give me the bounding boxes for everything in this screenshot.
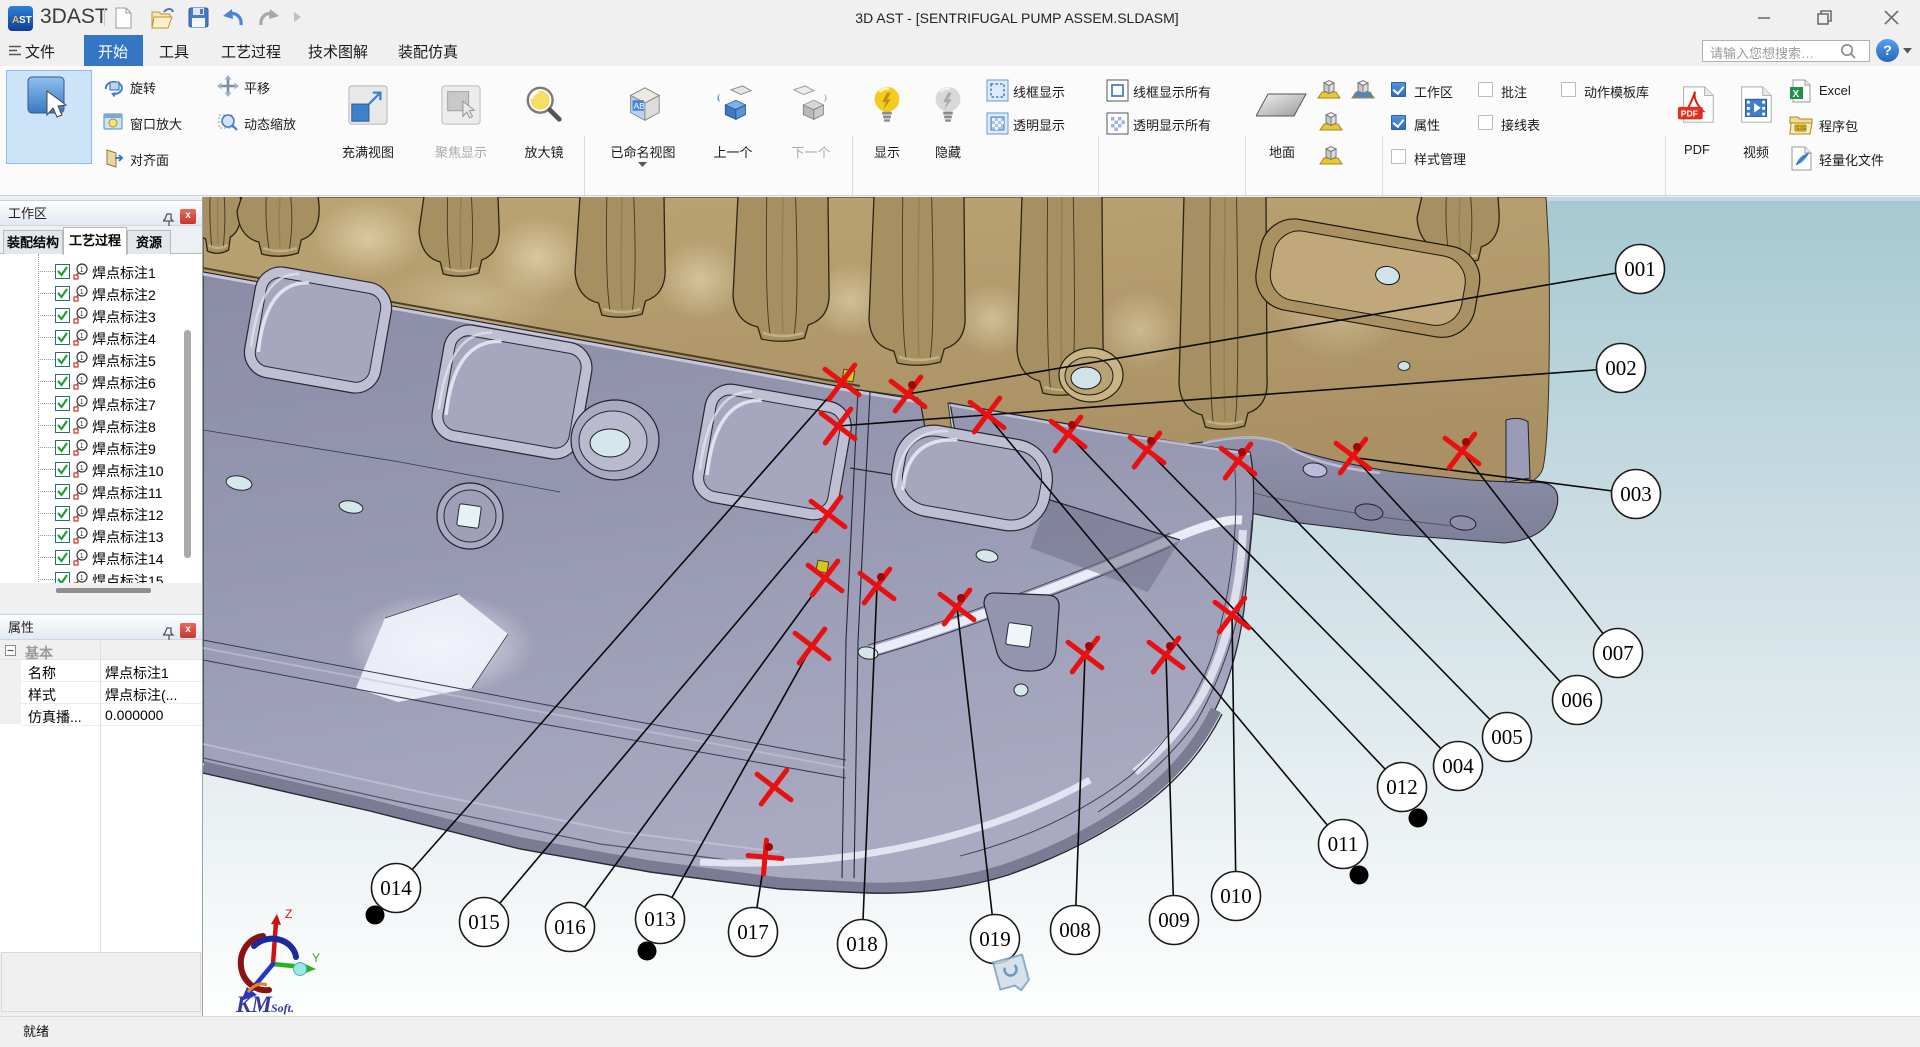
svg-text:009: 009 <box>1158 908 1190 932</box>
svg-text:1: 1 <box>80 267 84 274</box>
svg-text:1: 1 <box>80 355 84 362</box>
svg-text:1: 1 <box>80 333 84 340</box>
svg-text:002: 002 <box>1605 356 1637 380</box>
svg-text:1: 1 <box>80 289 84 296</box>
svg-text:004: 004 <box>1442 754 1474 778</box>
svg-text:006: 006 <box>1561 688 1593 712</box>
svg-text:001: 001 <box>1624 257 1656 281</box>
svg-text:Y: Y <box>312 951 320 965</box>
svg-text:ST: ST <box>19 15 32 26</box>
svg-text:1: 1 <box>80 399 84 406</box>
svg-text:1: 1 <box>80 575 84 582</box>
svg-text:AB: AB <box>633 101 645 111</box>
svg-text:1: 1 <box>80 465 84 472</box>
svg-text:1: 1 <box>80 311 84 318</box>
svg-text:015: 015 <box>468 910 500 934</box>
svg-text:PDF: PDF <box>1681 108 1698 118</box>
svg-text:003: 003 <box>1620 482 1652 506</box>
svg-text:1: 1 <box>80 443 84 450</box>
svg-text:1: 1 <box>80 531 84 538</box>
svg-text:X: X <box>1793 89 1800 100</box>
svg-text:1: 1 <box>80 487 84 494</box>
svg-text:018: 018 <box>846 932 878 956</box>
svg-text:019: 019 <box>979 927 1011 951</box>
svg-text:EXE: EXE <box>1797 126 1808 132</box>
svg-text:1: 1 <box>80 553 84 560</box>
svg-text:1: 1 <box>80 509 84 516</box>
svg-text:1: 1 <box>80 421 84 428</box>
svg-text:011: 011 <box>1328 832 1359 856</box>
svg-text:014: 014 <box>380 876 412 900</box>
svg-text:013: 013 <box>644 907 676 931</box>
svg-text:010: 010 <box>1220 884 1252 908</box>
svg-text:016: 016 <box>554 915 586 939</box>
svg-text:008: 008 <box>1059 918 1091 942</box>
svg-text:017: 017 <box>737 920 769 944</box>
svg-text:Z: Z <box>285 907 292 921</box>
svg-text:012: 012 <box>1386 775 1418 799</box>
svg-text:1: 1 <box>80 377 84 384</box>
svg-text:005: 005 <box>1491 725 1523 749</box>
svg-text:007: 007 <box>1602 641 1634 665</box>
svg-text:Soft.: Soft. <box>271 1001 294 1015</box>
svg-text:KM: KM <box>235 992 273 1016</box>
